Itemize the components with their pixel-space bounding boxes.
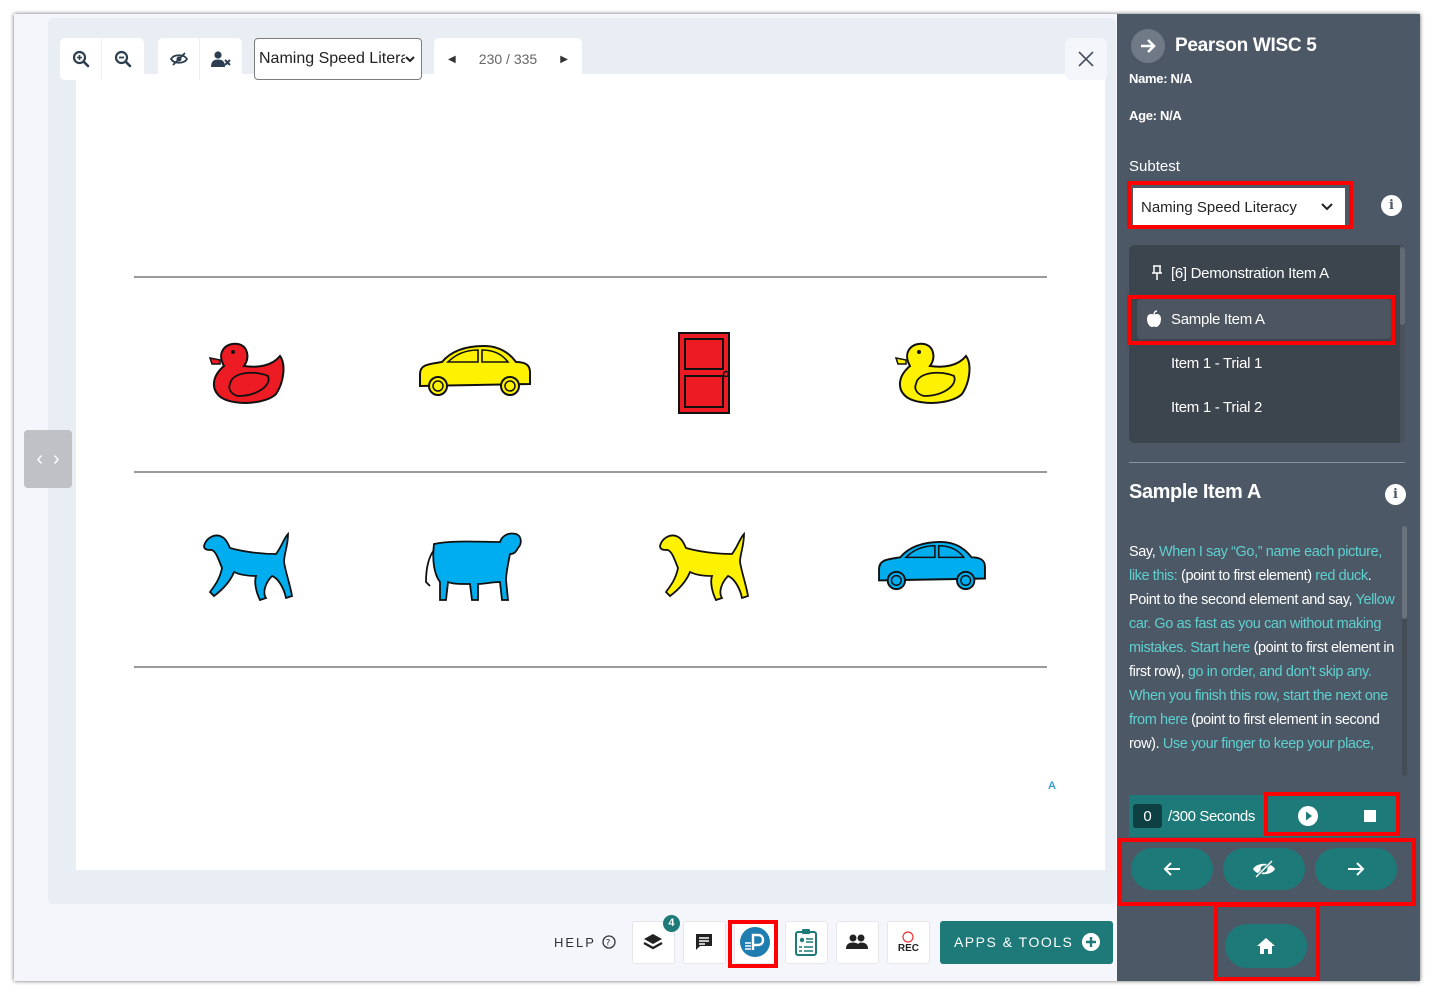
layers-count-badge: 4 (662, 914, 680, 932)
close-viewer-button[interactable] (1065, 38, 1107, 80)
pearson-button[interactable] (733, 920, 777, 964)
help-button[interactable]: HELP ? (554, 935, 616, 950)
timer-limit: /300 Seconds (1168, 807, 1255, 825)
next-page-button[interactable]: ▶ (560, 54, 568, 65)
stimulus-page: A (76, 74, 1105, 870)
zoom-out-button[interactable] (102, 38, 144, 80)
stimulus-yellow-car (419, 344, 531, 396)
row-divider (134, 471, 1047, 473)
clipboard-icon (795, 929, 818, 956)
item-navigation (1131, 848, 1397, 890)
visibility-controls (158, 38, 242, 80)
item-info-button[interactable]: i (1385, 484, 1406, 505)
record-form-button[interactable] (784, 920, 828, 964)
item-title: Sample Item A (1129, 481, 1261, 503)
user-remove-icon (211, 51, 231, 67)
arrow-right-icon (1141, 39, 1156, 53)
question-circle-icon: ? (602, 935, 616, 949)
list-item[interactable]: [6] Demonstration Item A (1129, 253, 1391, 293)
stimulus-blue-dog (203, 532, 294, 602)
say-text: red duck (1315, 568, 1368, 584)
test-title: Pearson WISC 5 (1175, 35, 1317, 56)
bottom-toolbar: HELP ? 4 REC APPS & TOOLS (554, 914, 1114, 964)
section-divider (1129, 462, 1405, 463)
zoom-in-button[interactable] (60, 38, 102, 80)
comment-icon (696, 934, 713, 950)
arrow-right-icon (1348, 862, 1365, 876)
apple-icon (1147, 310, 1161, 327)
home-button[interactable] (1225, 924, 1307, 968)
page-indicator: 230 / 335 (478, 51, 538, 67)
examinee-name: Name: N/A (1129, 71, 1193, 86)
zoom-controls (60, 38, 144, 80)
close-icon (1078, 51, 1094, 67)
page-navigator: ◀ 230 / 335 ▶ (434, 38, 582, 80)
next-item-button[interactable] (1315, 848, 1397, 890)
examinee-age: Age: N/A (1129, 108, 1182, 123)
plus-circle-icon (1082, 933, 1101, 951)
zoom-out-icon (114, 50, 132, 68)
svg-text:?: ? (606, 939, 613, 949)
panel-header: Pearson WISC 5 (1131, 29, 1317, 63)
eye-slash-icon (169, 52, 188, 66)
timer-controls (1275, 795, 1399, 837)
stimulus-yellow-duck (894, 342, 971, 404)
list-item-active[interactable]: Sample Item A (1137, 299, 1391, 339)
apps-tools-button[interactable]: APPS & TOOLS (939, 920, 1114, 964)
zoom-in-icon (72, 50, 89, 68)
hide-item-button[interactable] (1223, 848, 1305, 890)
home-icon (1257, 938, 1275, 954)
record-button[interactable]: REC (886, 920, 930, 964)
previous-item-button[interactable] (1131, 848, 1213, 890)
toggle-panel-handle[interactable]: ‹ › (24, 430, 72, 488)
chevron-down-icon (1321, 203, 1333, 211)
layers-button[interactable]: 4 (631, 914, 680, 964)
layers-icon (643, 934, 664, 950)
page-subtest-select[interactable]: Naming Speed Literacy (254, 38, 422, 80)
examiner-panel: Pearson WISC 5 Name: N/A Age: N/A Subtes… (1117, 14, 1420, 981)
chevron-left-icon: ‹ (36, 447, 43, 470)
timer-value: 0 (1133, 804, 1162, 828)
notes-button[interactable] (682, 920, 726, 964)
item-instructions: Say, When I say “Go,” name each picture,… (1129, 540, 1401, 780)
pin-icon (1152, 265, 1162, 280)
prev-page-button[interactable]: ◀ (448, 54, 456, 65)
record-icon (902, 930, 915, 943)
users-icon (846, 934, 869, 949)
stimulus-blue-car (878, 540, 986, 591)
stimulus-yellow-dog (659, 532, 750, 602)
play-icon[interactable] (1297, 805, 1319, 827)
direction-text: Say, (1129, 544, 1159, 560)
subtest-info-button[interactable]: i (1381, 195, 1402, 216)
row-divider (134, 276, 1047, 278)
app-window: A Naming Speed Literacy ◀ 230 / 335 (14, 14, 1420, 981)
item-list: [6] Demonstration Item A Sample Item A I… (1129, 245, 1405, 443)
instructions-scroll-thumb[interactable] (1402, 526, 1407, 619)
chevron-down-icon (405, 56, 415, 63)
stimulus-viewer: A Naming Speed Literacy ◀ 230 / 335 (48, 18, 1116, 904)
list-item[interactable]: Item 1 - Trial 2 (1129, 387, 1391, 427)
participants-button[interactable] (835, 920, 879, 964)
pearson-logo-icon (740, 927, 771, 957)
list-item[interactable]: Item 1 - Trial 1 (1129, 343, 1391, 383)
direction-text: (point to first element) (1177, 568, 1316, 584)
eye-slash-icon (1253, 859, 1275, 879)
stimulus-red-duck (208, 342, 285, 404)
row-divider (134, 666, 1047, 668)
subtest-label: Subtest (1129, 158, 1180, 175)
stimulus-red-door (678, 332, 730, 414)
page-mark: A (1048, 780, 1056, 792)
stimulus-blue-cow (425, 532, 522, 601)
arrow-left-icon (1163, 862, 1180, 876)
stop-icon[interactable] (1363, 809, 1377, 823)
timer-bar: 0 /300 Seconds (1129, 795, 1399, 837)
hide-stimulus-button[interactable] (158, 38, 200, 80)
chevron-right-icon: › (53, 447, 60, 470)
subtest-select[interactable]: Naming Speed Literacy (1133, 188, 1345, 226)
item-list-scroll-thumb[interactable] (1400, 247, 1405, 325)
remove-examinee-button[interactable] (200, 38, 242, 80)
collapse-panel-button[interactable] (1131, 29, 1165, 63)
say-text: Use your finger to keep your place, (1162, 736, 1374, 752)
